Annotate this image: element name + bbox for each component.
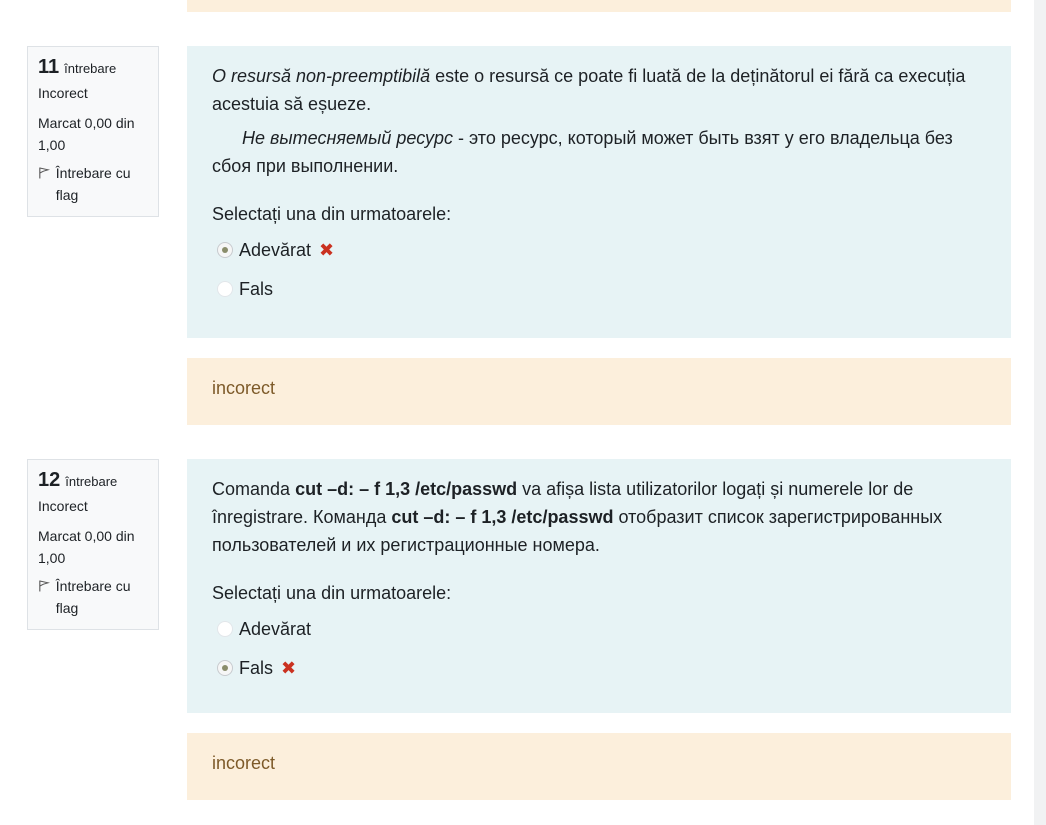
question-info-11: 11 întrebare Incorect Marcat 0,00 din 1,… (27, 46, 159, 217)
answer-radio[interactable] (217, 241, 233, 258)
answer-radio[interactable] (217, 659, 233, 676)
question-state: Incorect (38, 85, 88, 101)
answer-option-true[interactable]: Adevărat ✖ (212, 230, 986, 269)
question-text-ru: Не вытесняемый ресурс - это ресурс, кото… (212, 124, 986, 180)
question-number: 11 întrebare (38, 56, 148, 79)
answer-label: Fals (239, 657, 274, 678)
answer-radio[interactable] (217, 280, 233, 297)
answer-option-false[interactable]: Fals (212, 269, 986, 308)
question-text-part: Comanda (212, 479, 296, 499)
answer-prompt: Selectați una din urmatoarele: (212, 204, 452, 224)
flag-question-label: Întrebare cu flag (55, 165, 131, 203)
answer-option-false[interactable]: Fals ✖ (212, 648, 986, 687)
answer-label: Fals (239, 278, 274, 299)
answer-prompt: Selectați una din urmatoarele: (212, 583, 452, 603)
feedback-box-12: incorect (187, 733, 1011, 800)
answer-label: Adevărat (239, 618, 312, 639)
question-number-label: întrebare (65, 474, 118, 489)
feedback-text: incorect (212, 753, 276, 773)
feedback-box-11: incorect (187, 358, 1011, 425)
quiz-review-page: 11 întrebare Incorect Marcat 0,00 din 1,… (0, 0, 1046, 825)
page-scroll-gutter (1034, 0, 1046, 825)
question-text: Comanda cut –d: – f 1,3 /etc/passwd va a… (212, 475, 986, 559)
question-number-value: 11 (38, 56, 60, 78)
flag-question-label: Întrebare cu flag (55, 578, 131, 616)
question-content-11: O resursă non-preemptibilă este o resurs… (187, 46, 1011, 338)
answer-option-true[interactable]: Adevărat (212, 609, 986, 648)
flag-icon (39, 580, 51, 592)
flag-question-toggle[interactable]: Întrebare cu flag (38, 162, 148, 206)
question-state: Incorect (38, 498, 88, 514)
feedback-text: incorect (212, 378, 276, 398)
question-number-value: 12 (38, 469, 61, 491)
answer-label: Adevărat (239, 239, 312, 260)
question-grade: Marcat 0,00 din 1,00 (38, 528, 135, 566)
command-text: cut –d: – f 1,3 /etc/passwd (391, 507, 614, 527)
incorrect-icon: ✖ (281, 657, 297, 678)
question-content-12: Comanda cut –d: – f 1,3 /etc/passwd va a… (187, 459, 1011, 713)
flag-question-toggle[interactable]: Întrebare cu flag (38, 575, 148, 619)
question-number: 12 întrebare (38, 469, 148, 492)
question-text-ro: O resursă non-preemptibilă este o resurs… (212, 62, 986, 118)
question-info-12: 12 întrebare Incorect Marcat 0,00 din 1,… (27, 459, 159, 630)
flag-icon (39, 167, 51, 179)
answer-radio[interactable] (217, 620, 233, 637)
incorrect-icon: ✖ (319, 239, 335, 260)
command-text: cut –d: – f 1,3 /etc/passwd (295, 479, 518, 499)
question-number-label: întrebare (64, 61, 117, 76)
previous-feedback-box (187, 0, 1011, 12)
question-term-ru: Не вытесняемый ресурс (242, 128, 454, 148)
question-term-ro: O resursă non-preemptibilă (212, 66, 431, 86)
question-grade: Marcat 0,00 din 1,00 (38, 115, 135, 153)
